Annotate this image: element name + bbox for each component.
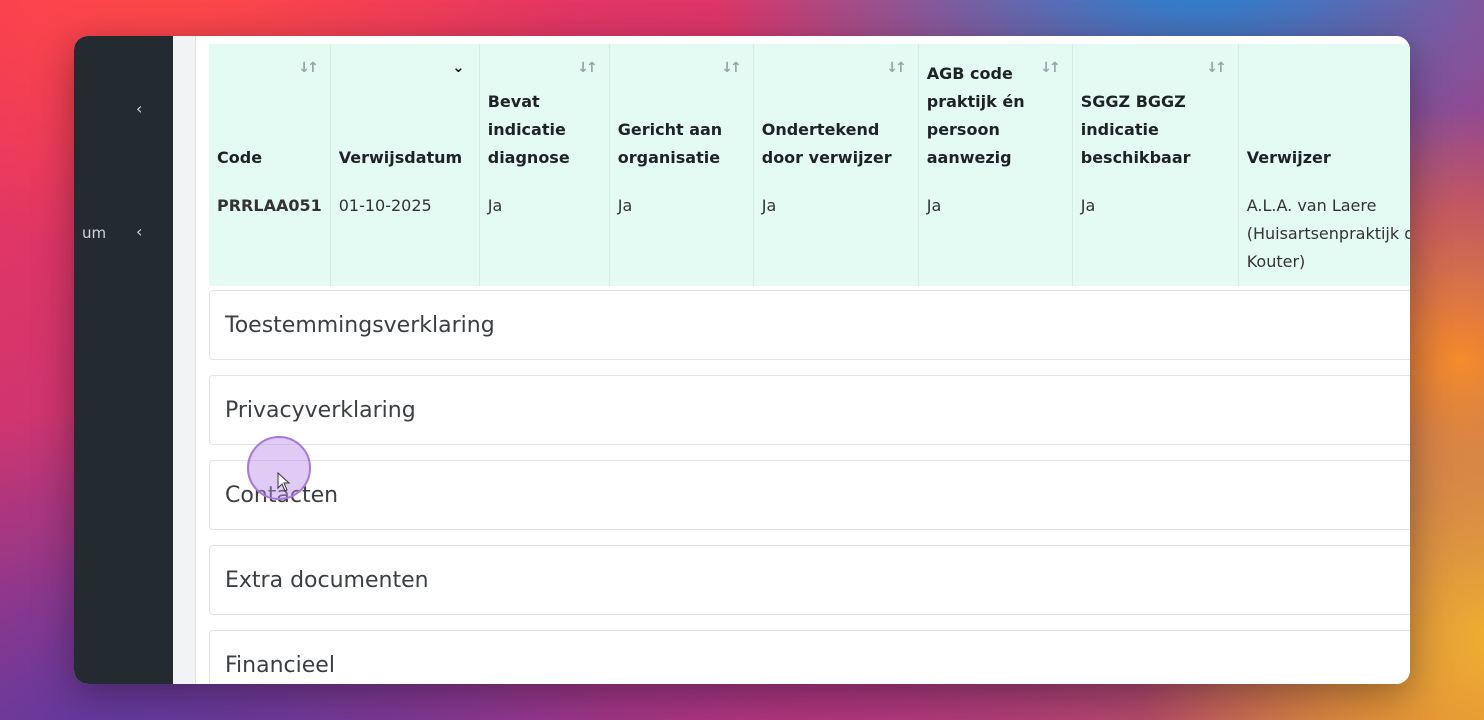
cell-organisatie: Ja [609,180,754,286]
sort-arrows-icon[interactable]: ↓↑ [886,54,907,82]
mouse-cursor-icon [277,472,291,492]
main-content: ↓↑ Code ⌄ Verwijsdatum ↓↑ Bevat indicati… [196,36,1410,684]
panel-financieel[interactable]: Financieel [209,630,1410,684]
panel-extra-documenten[interactable]: Extra documenten [209,545,1410,615]
sort-arrows-icon[interactable]: ↓↑ [577,54,598,82]
table-row[interactable]: PRRLAA051 01-10-2025 Ja Ja Ja Ja Ja A.L.… [209,180,1410,286]
column-header-verwijzer: Verwijzer [1238,44,1410,180]
cell-verwijzer: A.L.A. van Laere (Huisartsenpraktijk de … [1238,180,1410,286]
panel-title: Financieel [225,653,335,678]
column-header-sggz[interactable]: ↓↑ SGGZ BGGZ indicatie beschikbaar [1072,44,1239,180]
cell-sggz: Ja [1072,180,1239,286]
app-window: ‹ um ‹ ↓↑ Code ⌄ Verwijsdatum ↓↑ Bevat i… [74,36,1410,684]
panel-title: Privacyverklaring [225,398,416,423]
table-header-row: ↓↑ Code ⌄ Verwijsdatum ↓↑ Bevat indicati… [209,44,1410,180]
column-header-indicatie[interactable]: ↓↑ Bevat indicatie diagnose [479,44,610,180]
cell-code: PRRLAA051 [209,180,331,286]
column-header-code[interactable]: ↓↑ Code [209,44,331,180]
chevron-down-icon[interactable]: ⌄ [452,53,465,81]
sort-arrows-icon[interactable]: ↓↑ [1040,54,1061,82]
column-header-agb[interactable]: ↓↑ AGB code praktijk én persoon aanwezig [918,44,1073,180]
sort-arrows-icon[interactable]: ↓↑ [721,54,742,82]
panel-contacten[interactable]: Contacten [209,460,1410,530]
referrals-table: ↓↑ Code ⌄ Verwijsdatum ↓↑ Bevat indicati… [209,44,1410,286]
cell-verwijsdatum: 01-10-2025 [330,180,480,286]
chevron-left-icon[interactable]: ‹ [136,101,150,117]
cell-agb: Ja [918,180,1073,286]
column-header-verwijsdatum[interactable]: ⌄ Verwijsdatum [330,44,480,180]
sort-arrows-icon[interactable]: ↓↑ [1206,54,1227,82]
panel-privacyverklaring[interactable]: Privacyverklaring [209,375,1410,445]
panel-title: Toestemmingsverklaring [225,313,495,338]
column-header-ondertekend[interactable]: ↓↑ Ondertekend door verwijzer [753,44,919,180]
panel-title: Extra documenten [225,568,429,593]
sidebar: ‹ um ‹ [74,36,173,684]
sidebar-item-label[interactable]: um [82,224,106,242]
sort-arrows-icon[interactable]: ↓↑ [298,54,319,82]
cell-indicatie: Ja [479,180,610,286]
content-gutter [173,36,196,684]
cell-ondertekend: Ja [753,180,919,286]
column-header-organisatie[interactable]: ↓↑ Gericht aan organisatie [609,44,754,180]
chevron-left-icon[interactable]: ‹ [136,224,150,240]
panel-toestemmingsverklaring[interactable]: Toestemmingsverklaring [209,290,1410,360]
